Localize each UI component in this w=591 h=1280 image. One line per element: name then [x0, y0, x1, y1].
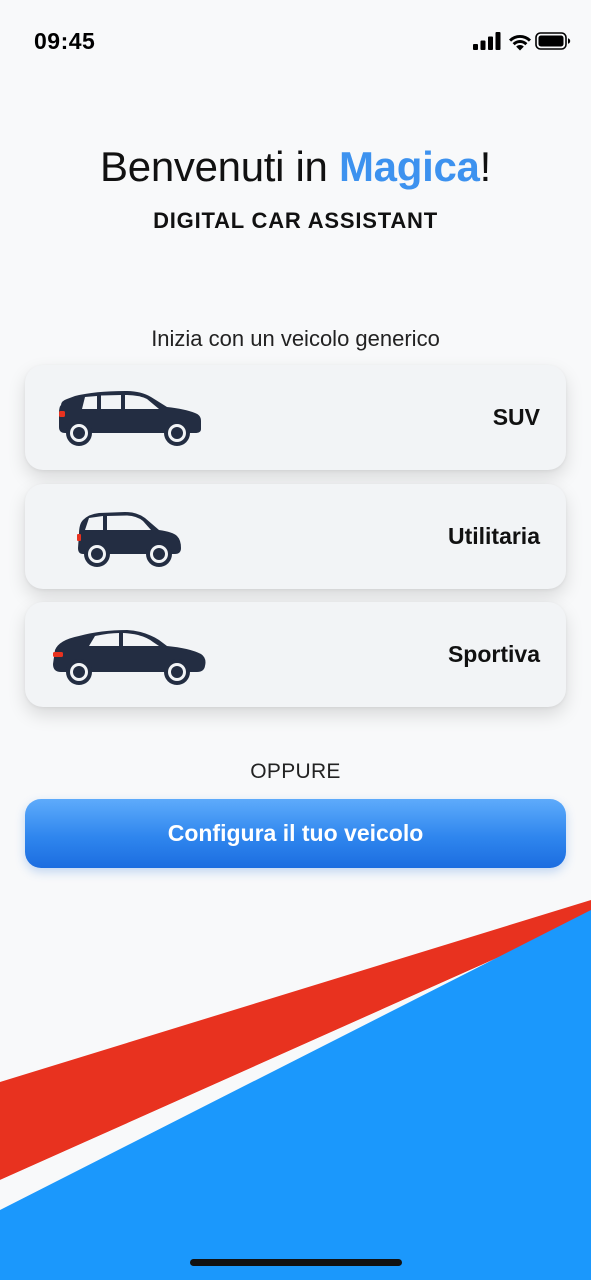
city-car-icon [77, 512, 181, 567]
vehicle-card-suv[interactable]: SUV [25, 365, 566, 470]
brand-name: Magica [338, 143, 480, 190]
generic-vehicle-label: Inizia con un veicolo generico [151, 326, 440, 351]
suv-car-icon [59, 391, 201, 446]
status-time: 09:45 [34, 28, 96, 54]
decorative-stripes [0, 900, 591, 1280]
vehicle-card-utilitaria[interactable]: Utilitaria [25, 484, 566, 589]
sport-car-icon [53, 630, 206, 685]
configure-vehicle-button[interactable]: Configura il tuo veicolo [25, 799, 566, 868]
vehicle-label-sportiva: Sportiva [447, 641, 540, 667]
vehicle-label-utilitaria: Utilitaria [447, 523, 540, 549]
welcome-title: Benvenuti in Magica! [0, 143, 591, 191]
battery-icon [535, 32, 571, 50]
signal-icon [473, 32, 501, 50]
app-subtitle: DIGITAL CAR ASSISTANT [153, 208, 438, 233]
or-separator: OPPURE [250, 760, 341, 783]
vehicle-label-suv: SUV [492, 404, 540, 430]
vehicle-card-sportiva[interactable]: Sportiva [25, 602, 566, 707]
home-indicator[interactable] [190, 1259, 402, 1266]
welcome-prefix: Benvenuti in [100, 143, 339, 190]
wifi-icon [509, 34, 531, 51]
welcome-suffix: ! [479, 143, 492, 190]
status-bar: 09:45 [0, 0, 591, 88]
